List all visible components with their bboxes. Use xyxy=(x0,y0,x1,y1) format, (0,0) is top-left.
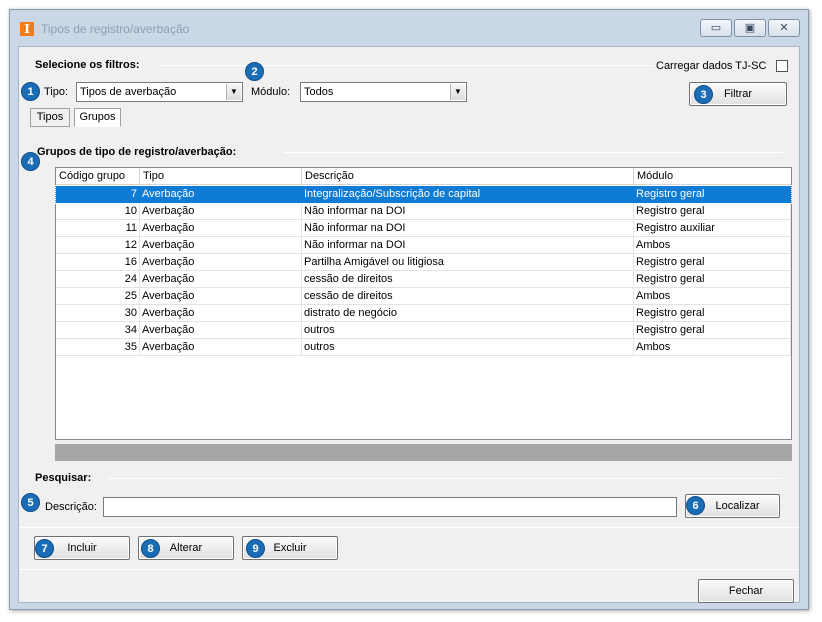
column-header-descricao[interactable]: Descrição xyxy=(302,168,634,185)
app-logo-icon: I xyxy=(20,22,34,36)
cell-descricao: Integralização/Subscrição de capital xyxy=(302,186,634,203)
tipo-label: Tipo: xyxy=(44,86,69,98)
cell-tipo: Averbação xyxy=(140,271,302,288)
cell-codigo: 34 xyxy=(56,322,140,339)
load-tjsc-checkbox[interactable] xyxy=(776,60,788,72)
cell-codigo: 35 xyxy=(56,339,140,356)
cell-codigo: 12 xyxy=(56,237,140,254)
cell-modulo: Registro geral xyxy=(634,203,791,220)
groups-divider xyxy=(283,152,783,153)
cell-tipo: Averbação xyxy=(140,237,302,254)
main-window: I Tipos de registro/averbação ▭ ▣ ✕ Sele… xyxy=(9,9,809,610)
tab-tipos[interactable]: Tipos xyxy=(30,108,70,127)
cell-descricao: cessão de direitos xyxy=(302,271,634,288)
cell-tipo: Averbação xyxy=(140,203,302,220)
filters-section-title: Selecione os filtros: xyxy=(35,59,140,71)
cell-descricao: distrato de negócio xyxy=(302,305,634,322)
filters-divider xyxy=(159,65,655,66)
cell-modulo: Registro geral xyxy=(634,322,791,339)
search-section-title: Pesquisar: xyxy=(35,472,92,484)
cell-codigo: 30 xyxy=(56,305,140,322)
column-header-codigo[interactable]: Código grupo xyxy=(56,168,140,185)
table-row[interactable]: 35 Averbação outros Ambos xyxy=(56,339,791,356)
badge-6: 6 xyxy=(686,496,705,515)
cell-modulo: Registro auxiliar xyxy=(634,220,791,237)
cell-modulo: Registro geral xyxy=(634,271,791,288)
tipo-select[interactable]: Tipos de averbação ▼ xyxy=(76,82,243,102)
tipo-select-value: Tipos de averbação xyxy=(80,86,177,98)
modulo-label: Módulo: xyxy=(251,86,291,98)
cell-tipo: Averbação xyxy=(140,288,302,305)
cell-tipo: Averbação xyxy=(140,322,302,339)
load-tjsc-label: Carregar dados TJ-SC xyxy=(656,60,767,72)
close-window-button[interactable]: ✕ xyxy=(768,19,800,37)
cell-modulo: Registro geral xyxy=(634,254,791,271)
column-header-modulo[interactable]: Módulo xyxy=(634,168,791,185)
chevron-down-icon[interactable]: ▼ xyxy=(226,84,241,100)
cell-modulo: Ambos xyxy=(634,237,791,254)
cell-descricao: Não informar na DOI xyxy=(302,203,634,220)
table-row[interactable]: 25 Averbação cessão de direitos Ambos xyxy=(56,288,791,305)
cell-codigo: 24 xyxy=(56,271,140,288)
table-row[interactable]: 34 Averbação outros Registro geral xyxy=(56,322,791,339)
actions-divider xyxy=(19,527,799,528)
cell-tipo: Averbação xyxy=(140,254,302,271)
groups-section-title: Grupos de tipo de registro/averbação: xyxy=(37,146,237,158)
window-title: Tipos de registro/averbação xyxy=(41,22,190,36)
cell-codigo: 25 xyxy=(56,288,140,305)
tab-grupos[interactable]: Grupos xyxy=(74,108,121,127)
search-descricao-label: Descrição: xyxy=(45,501,97,513)
cell-descricao: outros xyxy=(302,339,634,356)
minimize-button[interactable]: ▭ xyxy=(700,19,732,37)
cell-modulo: Registro geral xyxy=(634,305,791,322)
modulo-select-value: Todos xyxy=(304,86,334,98)
cell-tipo: Averbação xyxy=(140,220,302,237)
cell-codigo: 16 xyxy=(56,254,140,271)
close-button[interactable]: Fechar xyxy=(698,579,794,603)
badge-2: 2 xyxy=(245,62,264,81)
cell-tipo: Averbação xyxy=(140,186,302,203)
title-bar[interactable]: I Tipos de registro/averbação ▭ ▣ ✕ xyxy=(10,10,808,46)
cell-codigo: 7 xyxy=(56,186,140,203)
cell-modulo: Registro geral xyxy=(634,186,791,203)
grid-header: Código grupo Tipo Descrição Módulo xyxy=(56,168,791,185)
cell-tipo: Averbação xyxy=(140,339,302,356)
table-row[interactable]: 16 Averbação Partilha Amigável ou litigios… xyxy=(56,254,791,271)
cell-modulo: Ambos xyxy=(634,288,791,305)
client-area: Selecione os filtros: Carregar dados TJ-… xyxy=(18,46,800,603)
cell-descricao: Partilha Amigável ou litigiosa xyxy=(302,254,634,271)
cell-codigo: 11 xyxy=(56,220,140,237)
cell-modulo: Ambos xyxy=(634,339,791,356)
badge-5: 5 xyxy=(21,493,40,512)
cell-descricao: cessão de direitos xyxy=(302,288,634,305)
restore-button[interactable]: ▣ xyxy=(734,19,766,37)
table-row[interactable]: 12 Averbação Não informar na DOI Ambos xyxy=(56,237,791,254)
badge-7: 7 xyxy=(35,539,54,558)
table-row[interactable]: 24 Averbação cessão de direitos Registro ge… xyxy=(56,271,791,288)
badge-3: 3 xyxy=(694,85,713,104)
cell-descricao: Não informar na DOI xyxy=(302,220,634,237)
cell-descricao: outros xyxy=(302,322,634,339)
groups-grid[interactable]: Código grupo Tipo Descrição Módulo 7 Aver… xyxy=(55,167,792,440)
cell-descricao: Não informar na DOI xyxy=(302,237,634,254)
grid-footer-bar xyxy=(55,444,792,461)
cell-tipo: Averbação xyxy=(140,305,302,322)
badge-9: 9 xyxy=(246,539,265,558)
table-row[interactable]: 11 Averbação Não informar na DOI Registro a… xyxy=(56,220,791,237)
table-row[interactable]: 30 Averbação distrato de negócio Registro g… xyxy=(56,305,791,322)
modulo-select[interactable]: Todos ▼ xyxy=(300,82,467,102)
footer-divider xyxy=(19,569,799,570)
column-header-tipo[interactable]: Tipo xyxy=(140,168,302,185)
table-row[interactable]: 7 Averbação Integralização/Subscrição de c… xyxy=(55,185,792,204)
search-descricao-input[interactable] xyxy=(103,497,677,517)
badge-8: 8 xyxy=(141,539,160,558)
badge-1: 1 xyxy=(21,82,40,101)
cell-codigo: 10 xyxy=(56,203,140,220)
table-row[interactable]: 10 Averbação Não informar na DOI Registro g… xyxy=(56,203,791,220)
chevron-down-icon[interactable]: ▼ xyxy=(450,84,465,100)
search-divider xyxy=(109,478,783,479)
